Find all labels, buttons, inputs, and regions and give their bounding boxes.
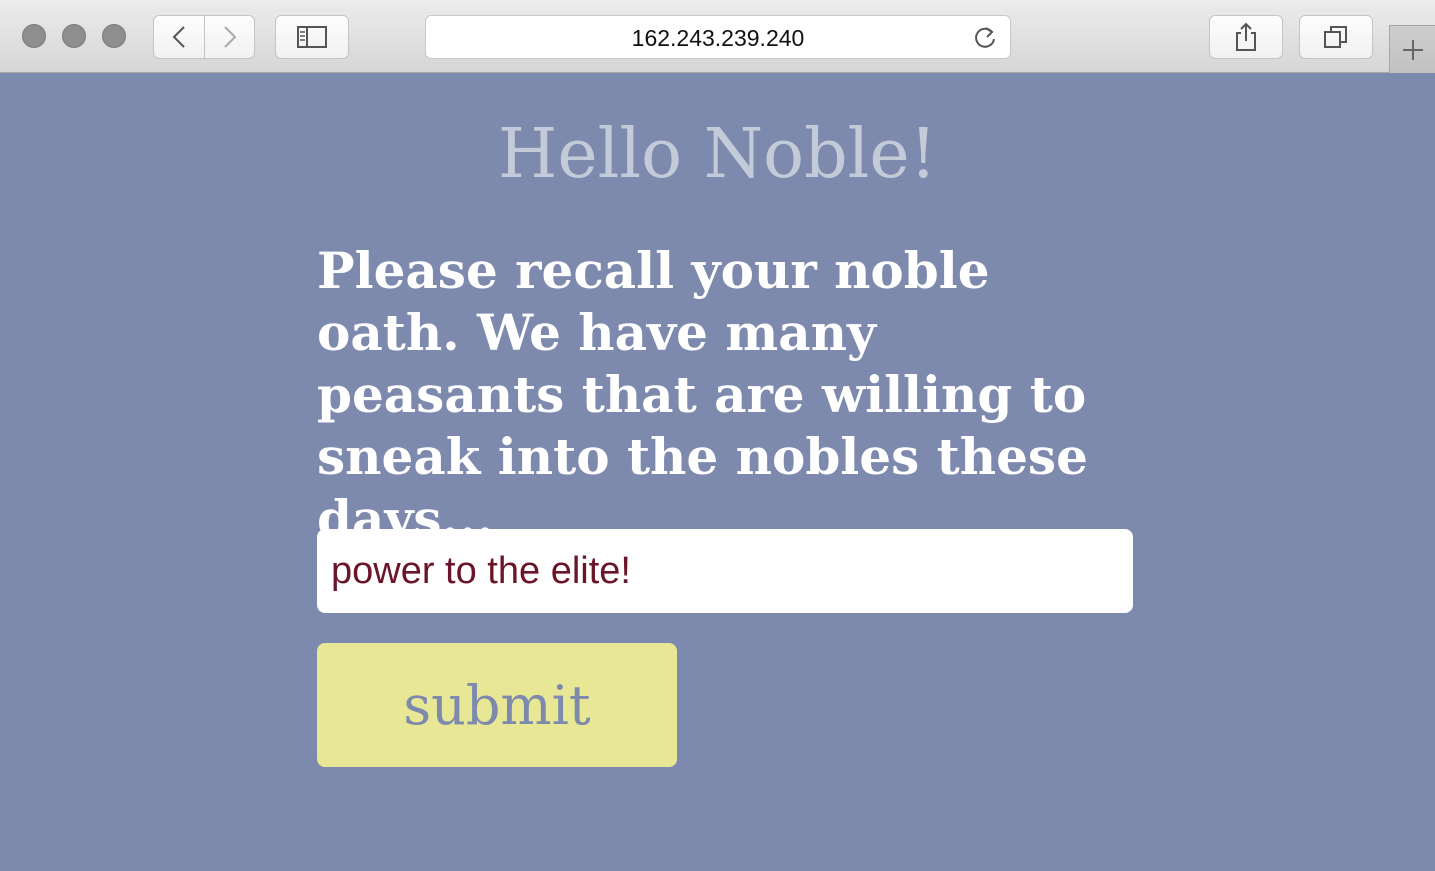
address-bar-text: 162.243.239.240	[631, 25, 805, 51]
minimize-window-button[interactable]	[62, 24, 86, 48]
chevron-left-icon	[172, 26, 185, 48]
back-button[interactable]	[153, 15, 205, 59]
chevron-right-icon	[223, 26, 236, 48]
submit-button[interactable]: submit	[317, 643, 677, 767]
oath-prompt: Please recall your noble oath. We have m…	[317, 241, 1088, 548]
new-tab-button[interactable]	[1389, 25, 1435, 73]
reload-icon[interactable]	[972, 25, 998, 51]
address-bar[interactable]: 162.243.239.240	[425, 15, 1011, 59]
sidebar-button[interactable]	[275, 15, 349, 59]
tabs-overview-button[interactable]	[1299, 15, 1373, 59]
close-window-button[interactable]	[22, 24, 46, 48]
zoom-window-button[interactable]	[102, 24, 126, 48]
plus-icon	[1402, 39, 1423, 60]
share-button[interactable]	[1209, 15, 1283, 59]
share-icon	[1236, 22, 1256, 51]
browser-toolbar: 162.243.239.240	[0, 0, 1435, 73]
sidebar-icon	[297, 26, 327, 48]
forward-button[interactable]	[205, 15, 255, 59]
tabs-overview-icon	[1324, 26, 1347, 48]
page-heading: Hello Noble!	[498, 115, 937, 194]
oath-input[interactable]	[317, 529, 1133, 613]
